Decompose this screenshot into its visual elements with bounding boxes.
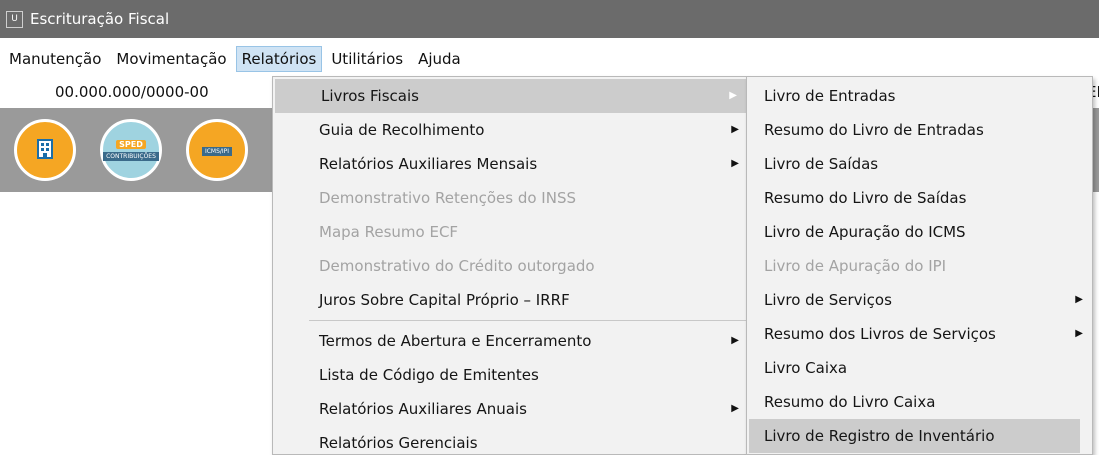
- menu-item-label: Lista de Código de Emitentes: [319, 366, 539, 384]
- icms-ipi-label: ICMS/IPI: [201, 147, 233, 156]
- menu-relatorios[interactable]: Relatórios: [235, 46, 323, 72]
- menu-item-livro-servicos[interactable]: Livro de Serviços ▶: [747, 283, 1092, 317]
- submenu-arrow-icon: ▶: [731, 158, 739, 169]
- submenu-arrow-icon: ▶: [731, 403, 739, 414]
- menu-item-label: Livro de Apuração do IPI: [764, 257, 947, 275]
- submenu-arrow-icon: ▶: [1075, 294, 1083, 305]
- menu-item-juros-capital-proprio[interactable]: Juros Sobre Capital Próprio – IRRF: [273, 283, 748, 317]
- menu-item-label: Relatórios Auxiliares Mensais: [319, 155, 538, 173]
- menu-separator: [309, 320, 748, 321]
- menu-item-label: Livro Caixa: [764, 359, 848, 377]
- submenu-arrow-icon: ▶: [731, 124, 739, 135]
- menu-item-label: Mapa Resumo ECF: [319, 223, 459, 241]
- menu-item-label: Livro de Apuração do ICMS: [764, 223, 966, 241]
- menu-item-livro-saidas[interactable]: Livro de Saídas: [747, 147, 1092, 181]
- menu-item-resumo-livro-entradas[interactable]: Resumo do Livro de Entradas: [747, 113, 1092, 147]
- title-bar: U Escrituração Fiscal: [0, 0, 1099, 38]
- menu-item-relatorios-gerenciais[interactable]: Relatórios Gerenciais: [273, 426, 748, 455]
- sped-contribuicoes-button[interactable]: SPED CONTRIBUIÇÕES: [100, 119, 162, 181]
- building-icon: [35, 137, 55, 164]
- menu-item-mapa-resumo-ecf: Mapa Resumo ECF: [273, 215, 748, 249]
- menu-item-resumo-livros-servicos[interactable]: Resumo dos Livros de Serviços ▶: [747, 317, 1092, 351]
- menu-bar: Manutenção Movimentação Relatórios Utili…: [0, 46, 1099, 72]
- relatorios-dropdown: Livros Fiscais ▶ Guia de Recolhimento ▶ …: [272, 76, 749, 455]
- menu-item-label: Resumo dos Livros de Serviços: [764, 325, 996, 343]
- submenu-arrow-icon: ▶: [1075, 328, 1083, 339]
- menu-item-label: Relatórios Gerenciais: [319, 434, 478, 452]
- submenu-arrow-icon: ▶: [729, 90, 737, 101]
- menu-item-label: Livros Fiscais: [321, 87, 419, 105]
- menu-item-label: Livro de Serviços: [764, 291, 892, 309]
- menu-item-relatorios-auxiliares-mensais[interactable]: Relatórios Auxiliares Mensais ▶: [273, 147, 748, 181]
- menu-item-label: Livro de Entradas: [764, 87, 896, 105]
- menu-item-livro-caixa[interactable]: Livro Caixa: [747, 351, 1092, 385]
- menu-item-label: Termos de Abertura e Encerramento: [319, 332, 592, 350]
- menu-utilitarios[interactable]: Utilitários: [326, 47, 408, 71]
- sped-badge: SPED: [116, 139, 146, 149]
- company-cnpj[interactable]: 00.000.000/0000-00: [55, 83, 209, 101]
- livros-fiscais-submenu: Livro de Entradas Resumo do Livro de Ent…: [746, 76, 1093, 455]
- menu-item-label: Demonstrativo Retenções do INSS: [319, 189, 576, 207]
- menu-item-apuracao-ipi: Livro de Apuração do IPI: [747, 249, 1092, 283]
- menu-item-lista-codigo-emitentes[interactable]: Lista de Código de Emitentes: [273, 358, 748, 392]
- menu-item-demonstrativo-credito: Demonstrativo do Crédito outorgado: [273, 249, 748, 283]
- menu-item-label: Resumo do Livro de Saídas: [764, 189, 967, 207]
- menu-item-livro-entradas[interactable]: Livro de Entradas: [747, 79, 1092, 113]
- menu-item-label: Livro de Registro de Inventário: [764, 427, 995, 445]
- menu-item-guia-recolhimento[interactable]: Guia de Recolhimento ▶: [273, 113, 748, 147]
- menu-item-resumo-livro-caixa[interactable]: Resumo do Livro Caixa: [747, 385, 1092, 419]
- building-button[interactable]: [14, 119, 76, 181]
- menu-movimentacao[interactable]: Movimentação: [111, 47, 231, 71]
- menu-item-resumo-livro-saidas[interactable]: Resumo do Livro de Saídas: [747, 181, 1092, 215]
- menu-item-label: Juros Sobre Capital Próprio – IRRF: [319, 291, 570, 309]
- menu-item-label: Resumo do Livro Caixa: [764, 393, 936, 411]
- menu-item-label: Guia de Recolhimento: [319, 121, 485, 139]
- building-icon-svg: [37, 138, 53, 159]
- submenu-arrow-icon: ▶: [731, 335, 739, 346]
- menu-item-apuracao-icms[interactable]: Livro de Apuração do ICMS: [747, 215, 1092, 249]
- menu-item-relatorios-auxiliares-anuais[interactable]: Relatórios Auxiliares Anuais ▶: [273, 392, 748, 426]
- app-icon: U: [6, 10, 23, 28]
- menu-manutencao[interactable]: Manutenção: [4, 47, 106, 71]
- menu-item-registro-inventario[interactable]: Livro de Registro de Inventário: [749, 419, 1080, 453]
- menu-item-demonstrativo-inss: Demonstrativo Retenções do INSS: [273, 181, 748, 215]
- menu-item-termos-abertura[interactable]: Termos de Abertura e Encerramento ▶: [273, 324, 748, 358]
- menu-item-label: Relatórios Auxiliares Anuais: [319, 400, 527, 418]
- menu-item-label: Demonstrativo do Crédito outorgado: [319, 257, 595, 275]
- icms-ipi-button[interactable]: ICMS/IPI: [186, 119, 248, 181]
- menu-ajuda[interactable]: Ajuda: [413, 47, 466, 71]
- window-title: Escrituração Fiscal: [30, 10, 170, 28]
- contribuicoes-label: CONTRIBUIÇÕES: [103, 151, 159, 161]
- menu-item-label: Livro de Saídas: [764, 155, 879, 173]
- menu-item-livros-fiscais[interactable]: Livros Fiscais ▶: [275, 79, 746, 113]
- menu-item-label: Resumo do Livro de Entradas: [764, 121, 984, 139]
